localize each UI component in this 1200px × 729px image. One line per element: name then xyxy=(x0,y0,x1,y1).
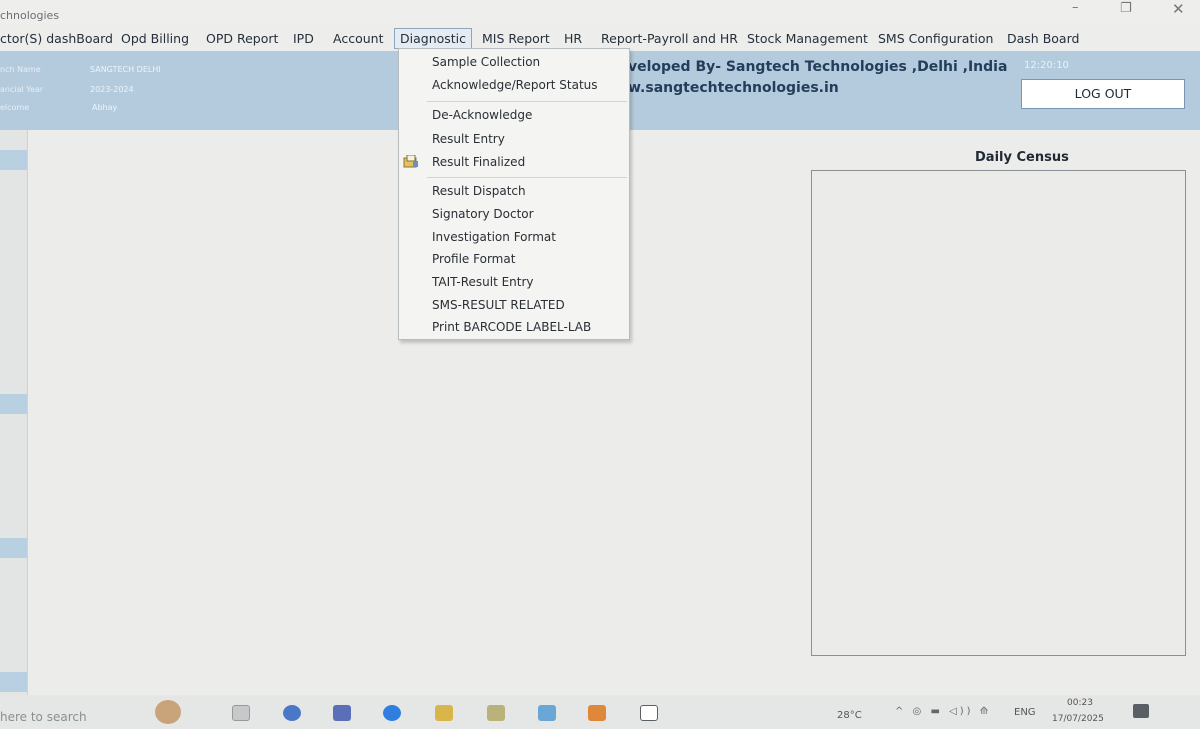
dropdown-item-sms-result-related[interactable]: SMS-RESULT RELATED xyxy=(432,298,565,312)
welcome-label: elcome xyxy=(0,103,30,112)
weather-temperature: 28°C xyxy=(837,710,862,721)
close-icon[interactable]: ✕ xyxy=(1172,0,1185,18)
taskbar-time[interactable]: 00:23 xyxy=(1067,698,1093,708)
minimize-icon[interactable]: – xyxy=(1072,0,1079,15)
app-icon[interactable] xyxy=(538,705,556,721)
language-indicator[interactable]: ENG xyxy=(1014,707,1036,718)
add-icon[interactable] xyxy=(640,705,658,721)
menu-ipd[interactable]: IPD xyxy=(293,31,314,46)
side-marker xyxy=(0,538,27,558)
daily-census-title: Daily Census xyxy=(975,150,1069,165)
notification-icon[interactable] xyxy=(1133,704,1149,718)
chrome-icon[interactable] xyxy=(383,705,401,721)
menu-mis-report[interactable]: MIS Report xyxy=(482,31,550,46)
website-link: w.sangtechtechnologies.in xyxy=(628,80,839,96)
taskbar-date[interactable]: 17/07/2025 xyxy=(1052,714,1104,724)
maximize-icon[interactable]: ❐ xyxy=(1120,1,1132,16)
menu-separator xyxy=(427,177,627,178)
menu-separator xyxy=(427,101,627,102)
logout-button[interactable]: LOG OUT xyxy=(1021,79,1185,109)
dropdown-item-profile-format[interactable]: Profile Format xyxy=(432,252,515,266)
dropdown-item-acknowledge-report-status[interactable]: Acknowledge/Report Status xyxy=(432,78,598,92)
diagnostic-dropdown-menu: Sample Collection Acknowledge/Report Sta… xyxy=(398,48,630,340)
menu-opd-report[interactable]: OPD Report xyxy=(206,31,278,46)
side-panel xyxy=(0,130,28,695)
menu-hr[interactable]: HR xyxy=(564,31,582,46)
widgets-icon[interactable] xyxy=(283,705,301,721)
menu-doctor-dashboard[interactable]: ctor(S) dashBoard xyxy=(0,31,113,46)
dropdown-item-result-entry[interactable]: Result Entry xyxy=(432,132,505,146)
financial-year-label: ancial Year xyxy=(0,85,44,94)
branch-name-value: SANGTECH DELHI xyxy=(90,65,161,74)
side-marker xyxy=(0,150,27,170)
app-icon[interactable] xyxy=(333,705,351,721)
dropdown-item-investigation-format[interactable]: Investigation Format xyxy=(432,230,556,244)
app-title: chnologies xyxy=(0,9,60,22)
menu-account[interactable]: Account xyxy=(333,31,383,46)
taskbar-search[interactable]: here to search xyxy=(0,710,87,724)
side-marker xyxy=(0,394,27,414)
result-finalized-icon xyxy=(403,155,418,168)
app-icon[interactable] xyxy=(487,705,505,721)
menu-stock-management[interactable]: Stock Management xyxy=(747,31,868,46)
dropdown-item-tait-result-entry[interactable]: TAIT-Result Entry xyxy=(432,275,534,289)
menu-dash-board[interactable]: Dash Board xyxy=(1007,31,1079,46)
app-icon[interactable] xyxy=(588,705,606,721)
task-view-icon[interactable] xyxy=(232,705,250,721)
dropdown-item-result-finalized[interactable]: Result Finalized xyxy=(432,155,525,169)
welcome-user-value: Abhay xyxy=(92,103,118,112)
branch-name-label: nch Name xyxy=(0,65,41,74)
dropdown-item-print-barcode-label-lab[interactable]: Print BARCODE LABEL-LAB xyxy=(432,320,591,334)
menu-opd-billing[interactable]: Opd Billing xyxy=(121,31,189,46)
system-tray-icons[interactable]: ^ ◎ ▬ ◁)) ⟰ xyxy=(895,706,991,717)
files-icon[interactable] xyxy=(435,705,453,721)
menu-diagnostic[interactable]: Diagnostic xyxy=(394,28,473,49)
dropdown-item-signatory-doctor[interactable]: Signatory Doctor xyxy=(432,207,534,221)
title-bar: chnologies – ❐ ✕ xyxy=(0,0,1200,26)
daily-census-panel xyxy=(811,170,1186,656)
menu-report-payroll-hr[interactable]: Report-Payroll and HR xyxy=(601,31,738,46)
financial-year-value: 2023-2024 xyxy=(90,85,134,94)
cortana-icon[interactable] xyxy=(155,700,181,724)
dropdown-item-result-dispatch[interactable]: Result Dispatch xyxy=(432,184,526,198)
dropdown-item-sample-collection[interactable]: Sample Collection xyxy=(432,55,540,69)
menu-sms-configuration[interactable]: SMS Configuration xyxy=(878,31,993,46)
developer-credit: veloped By- Sangtech Technologies ,Delhi… xyxy=(628,59,1008,75)
side-marker xyxy=(0,672,27,692)
dropdown-item-de-acknowledge[interactable]: De-Acknowledge xyxy=(432,108,532,122)
taskbar: here to search 28°C ^ ◎ ▬ ◁)) ⟰ ENG 00:2… xyxy=(0,695,1200,729)
header-clock: 12:20:10 xyxy=(1024,60,1069,71)
